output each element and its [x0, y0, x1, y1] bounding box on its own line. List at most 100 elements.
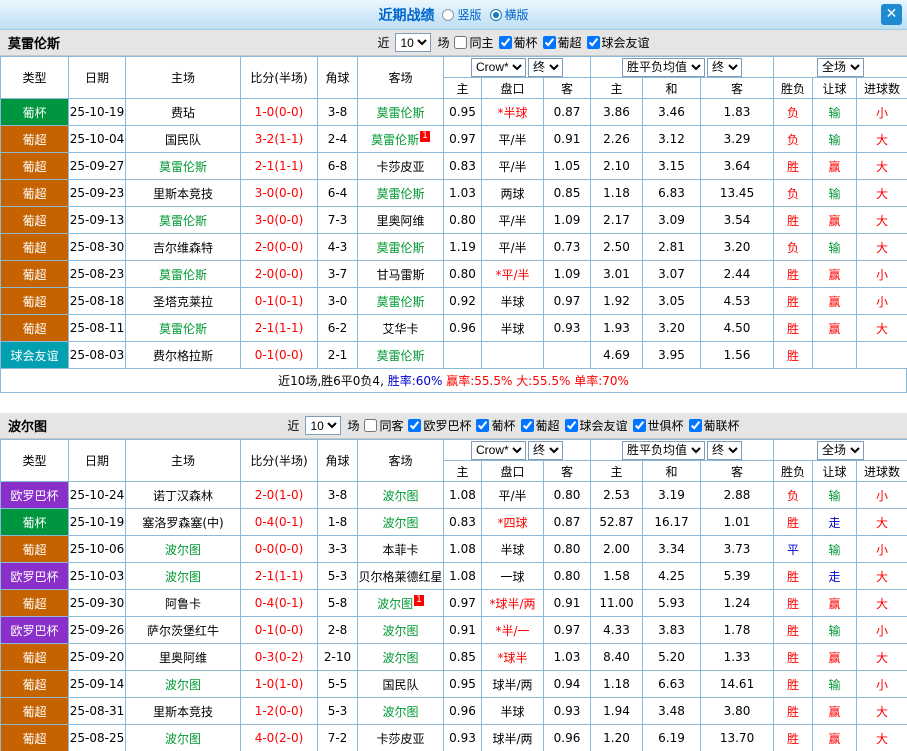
match-score: 4-0(2-0)	[240, 724, 318, 751]
result-wdl: 胜	[773, 589, 814, 617]
result-wdl: 负	[773, 98, 814, 126]
checkbox-icon[interactable]	[564, 419, 578, 432]
competition-type: 葡杯	[0, 508, 69, 536]
corner-count: 3-8	[317, 98, 358, 126]
checkbox-icon[interactable]	[688, 419, 702, 432]
competition-type: 葡超	[0, 233, 69, 261]
result-wdl: 胜	[773, 643, 814, 671]
match-row: 欧罗巴杯 25-10-03 波尔图 2-1(1-1) 5-3 贝尔格莱德红星 1.08 一球 0…	[0, 562, 907, 590]
checkbox-icon[interactable]	[364, 419, 378, 432]
match-score: 2-1(1-1)	[240, 152, 318, 180]
result-handicap: 输	[812, 98, 858, 126]
odds-home: 2.00	[590, 535, 644, 563]
result-goals: 大	[856, 562, 907, 590]
result-goals: 大	[856, 206, 907, 234]
away-team: 莫雷伦斯	[357, 233, 444, 261]
filter-checkbox[interactable]: 欧罗巴杯	[408, 417, 471, 434]
checkbox-icon[interactable]	[586, 36, 600, 49]
filter-checkbox[interactable]: 葡超	[520, 417, 560, 434]
filter-checkbox[interactable]: 葡超	[542, 34, 582, 51]
scope-select[interactable]: 全场	[817, 57, 865, 77]
handicap-home-odds	[443, 341, 482, 369]
handicap-line: *半/一	[481, 616, 544, 644]
filter-checkbox[interactable]: 葡联杯	[688, 417, 740, 434]
result-handicap: 赢	[812, 287, 858, 315]
handicap-home-odds: 1.08	[443, 481, 482, 509]
home-team: 费玷	[125, 98, 241, 126]
result-handicap: 输	[812, 616, 858, 644]
result-wdl: 胜	[773, 670, 814, 698]
odds-away: 4.50	[700, 314, 775, 342]
away-team: 莫雷伦斯	[357, 341, 444, 369]
result-goals: 大	[856, 152, 907, 180]
checkbox-icon[interactable]	[520, 419, 534, 432]
match-date: 25-08-30	[68, 233, 126, 261]
checkbox-icon[interactable]	[476, 419, 490, 432]
col-subheader: 盘口	[481, 77, 544, 99]
odds-home: 11.00	[590, 589, 644, 617]
match-score: 2-0(1-0)	[240, 481, 318, 509]
layout-radio-vertical[interactable]: 竖版	[442, 6, 482, 23]
handicap-line: 平/半	[481, 152, 544, 180]
filter-checkbox[interactable]: 世俱杯	[632, 417, 684, 434]
wdl-average-select[interactable]: 胜平负均值	[622, 440, 706, 460]
handicap-home-odds: 0.83	[443, 508, 482, 536]
handicap-home-odds: 0.93	[443, 724, 482, 751]
handicap-line: 半球	[481, 697, 544, 725]
col-header-date: 日期	[68, 56, 126, 99]
odds-draw: 3.15	[642, 152, 702, 180]
wdl-time-select[interactable]: 终	[707, 440, 743, 460]
home-team: 国民队	[125, 125, 241, 153]
filter-checkbox[interactable]: 球会友谊	[586, 34, 650, 51]
match-score: 0-1(0-1)	[240, 287, 318, 315]
match-row: 葡超 25-08-25 波尔图 4-0(2-0) 7-2 卡莎皮亚 0.93 球半/两 0.96…	[0, 724, 907, 751]
checkbox-icon[interactable]	[408, 419, 422, 432]
wdl-average-select[interactable]: 胜平负均值	[622, 57, 706, 77]
filter-checkbox[interactable]: 同客	[364, 417, 403, 434]
bookmaker-select[interactable]: Crow*	[471, 440, 526, 460]
result-wdl: 胜	[773, 562, 814, 590]
handicap-home-odds: 1.08	[443, 535, 482, 563]
result-handicap: 赢	[812, 643, 858, 671]
filter-checkbox[interactable]: 葡杯	[476, 417, 516, 434]
result-goals: 大	[856, 697, 907, 725]
filter-checkbox[interactable]: 葡杯	[498, 34, 538, 51]
corner-count: 7-2	[317, 724, 358, 751]
competition-type: 葡超	[0, 697, 69, 725]
summary-segment: 单率:70%	[570, 374, 629, 388]
handicap-time-select[interactable]: 终	[528, 440, 563, 460]
checkbox-icon[interactable]	[632, 419, 646, 432]
match-row: 葡超 25-08-11 莫雷伦斯 2-1(1-1) 6-2 艾华卡 0.96 半球 0.93 1.…	[0, 314, 907, 342]
home-team: 萨尔茨堡红牛	[125, 616, 241, 644]
bookmaker-select[interactable]: Crow*	[471, 57, 526, 77]
odds-away: 3.64	[700, 152, 775, 180]
close-icon[interactable]: ✕	[881, 4, 902, 25]
filter-checkbox[interactable]: 同主	[454, 34, 494, 51]
odds-home: 1.18	[590, 179, 644, 207]
wdl-time-select[interactable]: 终	[707, 57, 743, 77]
col-subheader: 主	[590, 77, 644, 99]
scope-select[interactable]: 全场	[817, 440, 865, 460]
result-wdl: 负	[773, 481, 814, 509]
match-count-select[interactable]: 10	[395, 33, 432, 52]
corner-count: 6-2	[317, 314, 358, 342]
checkbox-icon[interactable]	[542, 36, 556, 49]
checkbox-icon[interactable]	[498, 36, 512, 49]
match-count-select[interactable]: 10	[305, 416, 342, 435]
result-handicap: 赢	[812, 314, 858, 342]
handicap-home-odds: 1.19	[443, 233, 482, 261]
checkbox-icon[interactable]	[454, 36, 468, 49]
result-wdl: 负	[773, 125, 814, 153]
corner-count: 4-3	[317, 233, 358, 261]
odds-draw: 3.83	[642, 616, 702, 644]
layout-radio-horizontal[interactable]: 横版	[489, 6, 529, 23]
handicap-time-select[interactable]: 终	[528, 57, 563, 77]
result-goals: 大	[856, 179, 907, 207]
match-date: 25-10-06	[68, 535, 126, 563]
handicap-home-odds: 0.80	[443, 260, 482, 288]
handicap-away-odds: 1.09	[542, 206, 592, 234]
odds-draw: 3.20	[642, 314, 702, 342]
filter-checkbox[interactable]: 球会友谊	[564, 417, 628, 434]
match-score: 1-0(0-0)	[240, 98, 318, 126]
filter-bar: 近 10 场 同客 欧罗巴杯 葡杯 葡超 球会友谊 世俱杯 葡联杯	[120, 416, 907, 435]
